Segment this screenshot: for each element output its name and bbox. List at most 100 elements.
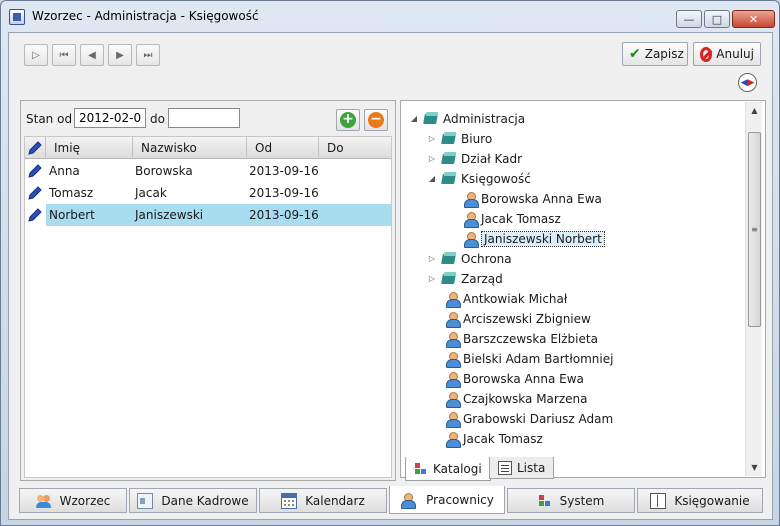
remove-button[interactable]: − bbox=[364, 109, 388, 131]
expand-arrow-icon[interactable]: ▷ bbox=[427, 274, 437, 283]
column-do[interactable]: Do bbox=[319, 137, 391, 159]
hierarchy-icon bbox=[414, 462, 428, 476]
expand-arrow-icon[interactable]: ▷ bbox=[427, 154, 437, 163]
swap-panels-button[interactable]: ◀ ▶ bbox=[738, 73, 757, 92]
tab-system[interactable]: System bbox=[507, 488, 635, 513]
tree-node-label: Księgowość bbox=[461, 172, 531, 186]
employee-grid: Imię Nazwisko Od Do Anna Borowska 2013-0… bbox=[24, 136, 392, 478]
table-row[interactable]: Anna Borowska 2013-09-16 bbox=[25, 160, 391, 182]
add-button[interactable]: + bbox=[336, 109, 360, 131]
tree-node-label: Borowska Anna Ewa bbox=[481, 192, 602, 206]
last-record-button[interactable]: ⏭ bbox=[136, 44, 160, 66]
tree-node-person[interactable]: Czajkowska Marzena bbox=[445, 389, 587, 409]
column-nazwisko[interactable]: Nazwisko bbox=[133, 137, 247, 159]
tree-node-label: Antkowiak Michał bbox=[463, 292, 568, 306]
save-button[interactable]: ✔ Zapisz bbox=[622, 42, 688, 66]
folder-book-icon bbox=[441, 172, 457, 186]
prev-record-button[interactable]: ◀ bbox=[80, 44, 104, 66]
tree-node-person[interactable]: Jacak Tomasz bbox=[463, 209, 561, 229]
tree-node-group[interactable]: ▷ Zarząd bbox=[427, 269, 503, 289]
pencil-icon[interactable] bbox=[27, 207, 43, 223]
collapse-arrow-icon[interactable]: ◢ bbox=[427, 174, 437, 183]
tab-label: Pracownicy bbox=[426, 492, 494, 507]
close-button[interactable]: ✕ bbox=[732, 10, 775, 28]
cell-imie: Tomasz bbox=[49, 186, 94, 200]
tree-node-label: Janiszewski Norbert bbox=[481, 231, 605, 247]
first-record-button[interactable]: ⏮ bbox=[52, 44, 76, 66]
tree-node-person[interactable]: Borowska Anna Ewa bbox=[445, 369, 584, 389]
cell-nazwisko: Jacak bbox=[135, 186, 167, 200]
tree-node-person[interactable]: Borowska Anna Ewa bbox=[463, 189, 602, 209]
person-icon bbox=[445, 351, 461, 368]
scroll-thumb[interactable]: ≡ bbox=[748, 132, 761, 327]
tree-node-label: Dział Kadr bbox=[461, 152, 523, 166]
tab-kalendarz[interactable]: Kalendarz bbox=[259, 488, 387, 513]
expand-arrow-icon[interactable]: ▷ bbox=[427, 254, 437, 263]
tree-scrollbar[interactable]: ▲ ≡ ▼ bbox=[745, 102, 762, 476]
pencil-icon[interactable] bbox=[27, 185, 43, 201]
minus-icon: − bbox=[368, 112, 384, 128]
column-od[interactable]: Od bbox=[247, 137, 319, 159]
tree-node-person[interactable]: Bielski Adam Bartłomniej bbox=[445, 349, 613, 369]
structure-tree-panel: ◢ Administracja ▷ Biuro ▷ Dział Kadr ◢ K… bbox=[400, 100, 766, 478]
expand-arrow-icon[interactable]: ▷ bbox=[427, 134, 437, 143]
scroll-down-icon[interactable]: ▼ bbox=[746, 459, 763, 476]
folder-book-icon bbox=[441, 272, 457, 286]
tab-katalogi[interactable]: Katalogi bbox=[405, 457, 491, 481]
tab-dane-kadrowe[interactable]: Dane Kadrowe bbox=[129, 488, 257, 513]
tab-pracownicy[interactable]: Pracownicy bbox=[389, 486, 505, 514]
tree-node-root[interactable]: ◢ Administracja bbox=[409, 109, 525, 129]
person-icon bbox=[445, 371, 461, 388]
tree-node-label: Grabowski Dariusz Adam bbox=[463, 412, 614, 426]
collapse-arrow-icon[interactable]: ◢ bbox=[409, 114, 419, 123]
title-bar[interactable]: Wzorzec - Administracja - Księgowość — □… bbox=[1, 1, 779, 31]
cell-od: 2013-09-16 bbox=[249, 186, 319, 200]
maximize-button[interactable]: □ bbox=[704, 10, 730, 28]
window-title: Wzorzec - Administracja - Księgowość bbox=[32, 9, 259, 23]
cell-nazwisko: Janiszewski bbox=[135, 208, 204, 222]
tree-node-person-selected[interactable]: Janiszewski Norbert bbox=[463, 229, 605, 249]
stan-od-input[interactable] bbox=[74, 108, 146, 128]
tree-node-group[interactable]: ▷ Ochrona bbox=[427, 249, 512, 269]
tab-label: Wzorzec bbox=[59, 493, 111, 508]
table-row-selected[interactable]: Norbert Janiszewski 2013-09-16 bbox=[25, 204, 391, 226]
do-input[interactable] bbox=[168, 108, 240, 128]
tree-node-person[interactable]: Jacak Tomasz bbox=[445, 429, 543, 449]
person-icon bbox=[445, 391, 461, 408]
tree-node-group[interactable]: ▷ Biuro bbox=[427, 129, 492, 149]
tree-node-person[interactable]: Grabowski Dariusz Adam bbox=[445, 409, 613, 429]
tree-node-person[interactable]: Arciszewski Zbigniew bbox=[445, 309, 591, 329]
scroll-up-icon[interactable]: ▲ bbox=[746, 102, 763, 119]
tree-node-group-expanded[interactable]: ◢ Księgowość bbox=[427, 169, 531, 189]
next-record-button[interactable]: ▶ bbox=[108, 44, 132, 66]
person-icon bbox=[463, 211, 479, 228]
edit-column-header bbox=[25, 137, 46, 159]
cell-imie: Anna bbox=[49, 164, 80, 178]
app-window: Wzorzec - Administracja - Księgowość — □… bbox=[0, 0, 780, 526]
tab-ksiegowanie[interactable]: Księgowanie bbox=[637, 488, 763, 513]
person-icon bbox=[445, 411, 461, 428]
tree-node-person[interactable]: Barszczewska Elżbieta bbox=[445, 329, 598, 349]
tab-label: Dane Kadrowe bbox=[161, 493, 249, 508]
tree-node-group[interactable]: ▷ Dział Kadr bbox=[427, 149, 522, 169]
tree-node-label: Ochrona bbox=[461, 252, 512, 266]
new-record-button[interactable]: ▷ bbox=[24, 44, 48, 66]
cancel-label: Anuluj bbox=[716, 47, 754, 61]
cancel-button[interactable]: Anuluj bbox=[693, 42, 761, 66]
save-label: Zapisz bbox=[644, 47, 684, 61]
tree-node-person[interactable]: Antkowiak Michał bbox=[445, 289, 567, 309]
do-label: do bbox=[150, 112, 165, 126]
folder-book-icon bbox=[441, 252, 457, 266]
tab-label: System bbox=[559, 493, 605, 508]
tab-lista[interactable]: Lista bbox=[489, 457, 555, 479]
column-imie[interactable]: Imię bbox=[46, 137, 133, 159]
tree-node-label: Jacak Tomasz bbox=[463, 432, 543, 446]
arrow-left-icon: ◀ bbox=[740, 77, 748, 88]
pencil-icon[interactable] bbox=[27, 163, 43, 179]
person-icon bbox=[445, 291, 461, 308]
minimize-button[interactable]: — bbox=[676, 10, 702, 28]
table-row[interactable]: Tomasz Jacak 2013-09-16 bbox=[25, 182, 391, 204]
app-icon bbox=[9, 9, 25, 25]
tab-wzorzec[interactable]: Wzorzec bbox=[19, 488, 127, 513]
person-icon bbox=[445, 311, 461, 328]
